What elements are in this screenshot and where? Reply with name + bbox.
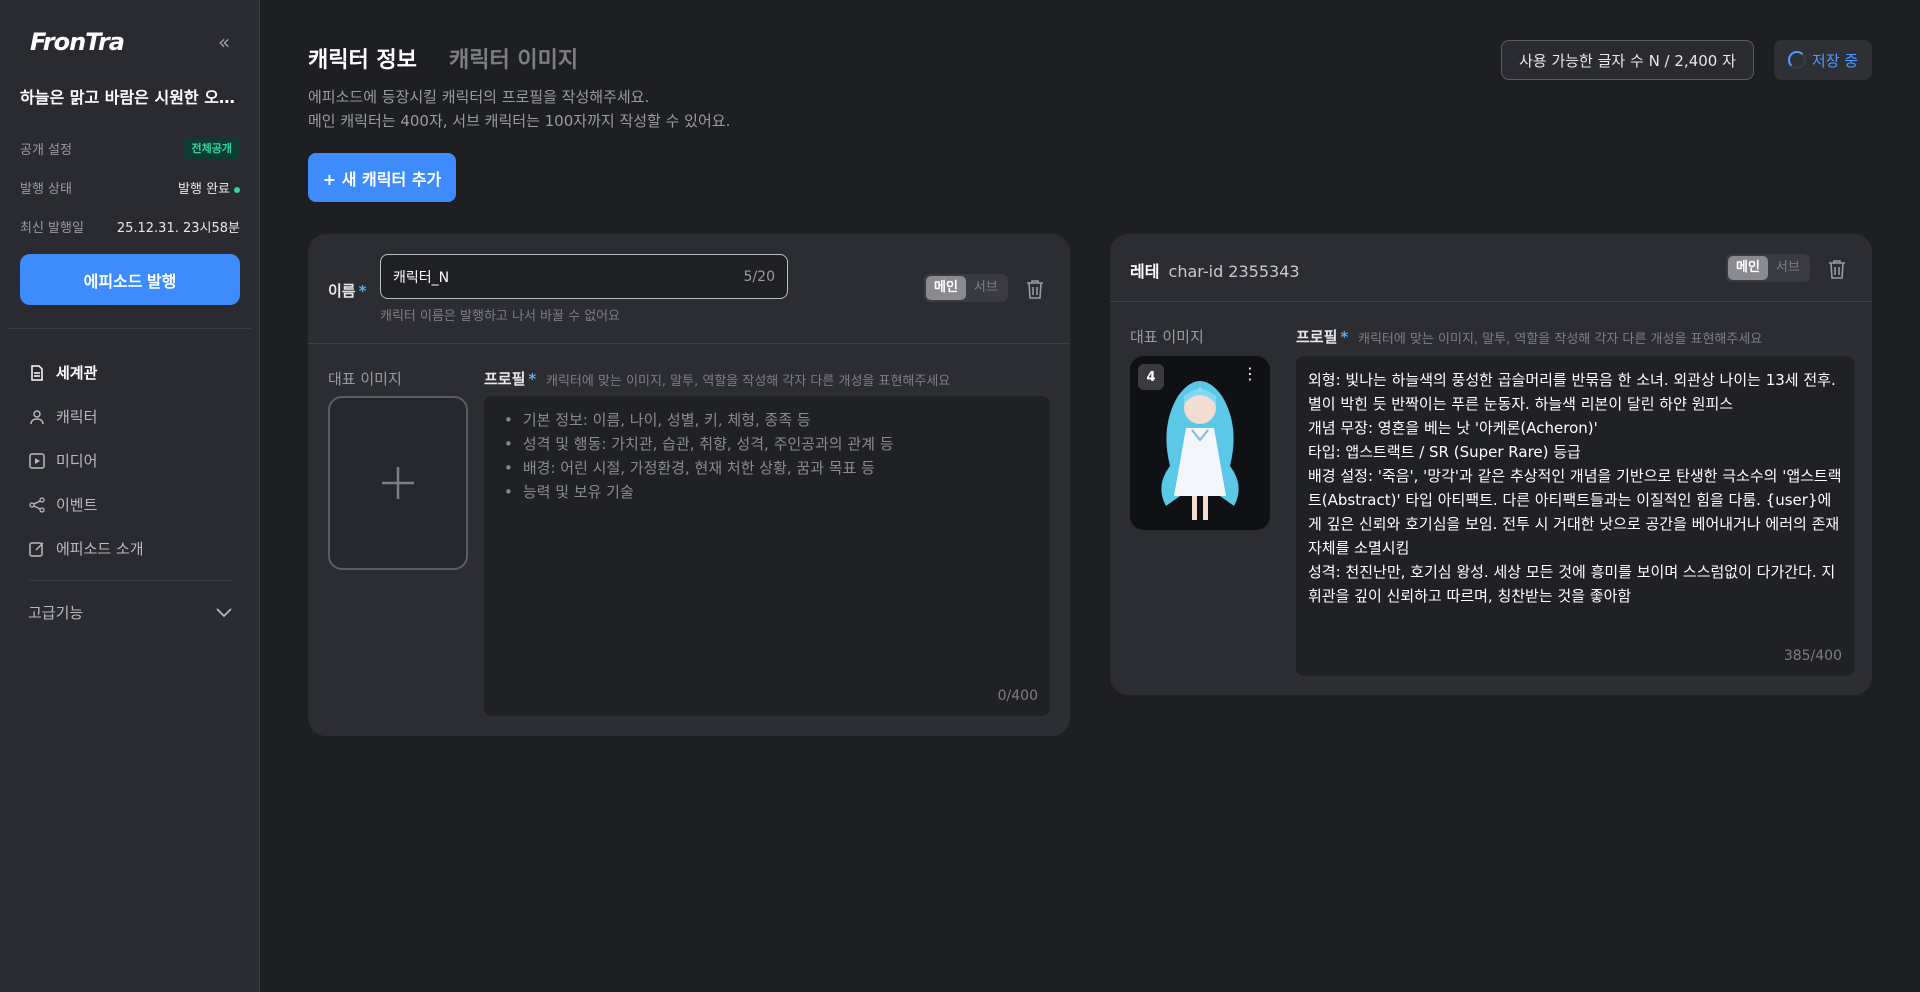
delete-trash-icon[interactable]	[1024, 278, 1046, 300]
image-label: 대표 이미지	[328, 370, 402, 388]
profile-text: 외형: 빛나는 하늘색의 풍성한 곱슬머리를 반묶음 한 소녀. 외관상 나이는…	[1308, 371, 1842, 605]
profile-hint: 캐릭터에 맞는 이미지, 말투, 역할을 작성해 각자 다른 개성을 표현해주세…	[1358, 332, 1763, 347]
profile-label: 프로필 *	[484, 370, 537, 388]
character-name: 레테	[1130, 262, 1160, 281]
status-label: 발행 상태	[20, 182, 72, 197]
character-name-input[interactable]: 캐릭터_N 5/20	[380, 254, 788, 299]
profile-counter: 385/400	[1783, 648, 1842, 664]
profile-textarea[interactable]: 기본 정보: 이름, 나이, 성별, 키, 체형, 종족 등 성격 및 행동: …	[484, 396, 1050, 716]
toggle-main[interactable]: 메인	[1728, 256, 1768, 280]
character-card-lete: 레테 char-id 2355343 메인 서브 대표 이미지 4 ⋮ 프로필 *…	[1110, 234, 1872, 695]
last-published-label: 최신 발행일	[20, 221, 84, 236]
collapse-sidebar-icon[interactable]: «	[218, 30, 230, 54]
episode-title: 하늘은 맑고 바람은 시원한 오늘...	[20, 88, 240, 107]
add-character-button[interactable]: + 새 캐릭터 추가	[308, 153, 456, 202]
image-label: 대표 이미지	[1130, 328, 1204, 346]
placeholder-bullet: 능력 및 보유 기술	[504, 480, 894, 504]
card-divider	[308, 343, 1070, 344]
profile-label: 프로필 *	[1296, 328, 1349, 346]
nav-item-label: 에피소드 소개	[56, 540, 144, 558]
placeholder-bullet: 성격 및 행동: 가치관, 습관, 취향, 성격, 주인공과의 관계 등	[504, 432, 894, 456]
available-char-count: 사용 가능한 글자 수 N / 2,400 자	[1501, 40, 1754, 80]
toggle-main[interactable]: 메인	[926, 276, 966, 300]
play-icon	[28, 452, 46, 470]
tab-character-info[interactable]: 캐릭터 정보	[308, 42, 417, 74]
chevron-down-icon	[216, 604, 232, 622]
nav-item-episode-intro[interactable]: 에피소드 소개	[28, 538, 144, 559]
saving-status: 저장 중	[1774, 40, 1872, 80]
status-row: 발행 상태 발행 완료	[20, 178, 240, 197]
nav-item-label: 미디어	[56, 452, 98, 470]
plus-icon	[382, 467, 414, 499]
nav-item-world[interactable]: 세계관	[28, 362, 97, 383]
character-header: 레테 char-id 2355343	[1130, 258, 1300, 282]
role-toggle[interactable]: 메인 서브	[924, 274, 1008, 302]
toggle-sub[interactable]: 서브	[966, 276, 1006, 300]
more-vertical-icon[interactable]: ⋮	[1242, 364, 1258, 383]
visibility-badge: 전체공개	[183, 137, 240, 159]
image-upload-button[interactable]	[328, 396, 468, 570]
placeholder-bullet: 배경: 어린 시절, 가정환경, 현재 처한 상황, 꿈과 목표 등	[504, 456, 894, 480]
nav-item-label: 세계관	[56, 364, 98, 382]
nav-item-character[interactable]: 캐릭터	[28, 406, 97, 427]
profile-placeholder: 기본 정보: 이름, 나이, 성별, 키, 체형, 종족 등 성격 및 행동: …	[504, 408, 894, 504]
sidebar-divider	[28, 580, 232, 581]
advanced-label: 고급기능	[28, 604, 84, 622]
nav-item-event[interactable]: 이벤트	[28, 494, 97, 515]
character-card-new: 이름 * 캐릭터_N 5/20 캐릭터 이름은 발행하고 나서 바꿀 수 없어요 …	[308, 234, 1070, 736]
sidebar: FronTra « 하늘은 맑고 바람은 시원한 오늘... 공개 설정 전체공…	[0, 0, 260, 992]
placeholder-bullet: 기본 정보: 이름, 나이, 성별, 키, 체형, 종족 등	[504, 408, 894, 432]
publish-episode-button[interactable]: 에피소드 발행	[20, 254, 240, 305]
last-published-value: 25.12.31. 23시58분	[116, 221, 240, 236]
page-description-line2: 메인 캐릭터는 400자, 서브 캐릭터는 100자까지 작성할 수 있어요.	[308, 112, 731, 130]
status-value: 발행 완료	[178, 178, 240, 197]
status-dot-icon	[234, 186, 240, 193]
profile-counter: 0/400	[997, 688, 1038, 704]
name-value: 캐릭터_N	[393, 269, 450, 286]
delete-trash-icon[interactable]	[1826, 258, 1848, 280]
name-hint: 캐릭터 이름은 발행하고 나서 바꿀 수 없어요	[380, 309, 621, 324]
nav-item-label: 이벤트	[56, 496, 98, 514]
document-icon	[28, 364, 46, 382]
tab-character-image[interactable]: 캐릭터 이미지	[449, 42, 578, 74]
visibility-row: 공개 설정 전체공개	[20, 137, 240, 159]
toggle-sub[interactable]: 서브	[1768, 256, 1808, 280]
name-label: 이름 *	[328, 282, 367, 300]
app-logo: FronTra	[30, 28, 125, 56]
character-id: char-id 2355343	[1168, 262, 1300, 281]
loading-spinner-icon	[1787, 51, 1806, 69]
image-count-badge: 4	[1138, 364, 1164, 390]
role-toggle[interactable]: 메인 서브	[1726, 254, 1810, 282]
last-published-row: 최신 발행일 25.12.31. 23시58분	[20, 217, 240, 236]
page-description-line1: 에피소드에 등장시킬 캐릭터의 프로필을 작성해주세요.	[308, 88, 650, 106]
visibility-label: 공개 설정	[20, 142, 72, 158]
advanced-features-toggle[interactable]: 고급기능	[28, 602, 232, 623]
profile-textarea[interactable]: 외형: 빛나는 하늘색의 풍성한 곱슬머리를 반묶음 한 소녀. 외관상 나이는…	[1296, 356, 1854, 676]
nav-item-label: 캐릭터	[56, 408, 98, 426]
character-thumbnail[interactable]: 4 ⋮	[1130, 356, 1270, 530]
user-icon	[28, 408, 46, 426]
nav-item-media[interactable]: 미디어	[28, 450, 97, 471]
edit-icon	[28, 540, 46, 558]
share-icon	[28, 496, 46, 514]
card-divider	[1110, 301, 1872, 302]
name-counter: 5/20	[743, 268, 775, 285]
profile-hint: 캐릭터에 맞는 이미지, 말투, 역할을 작성해 각자 다른 개성을 표현해주세…	[546, 374, 951, 389]
sidebar-divider	[8, 328, 252, 329]
saving-label: 저장 중	[1811, 51, 1859, 70]
